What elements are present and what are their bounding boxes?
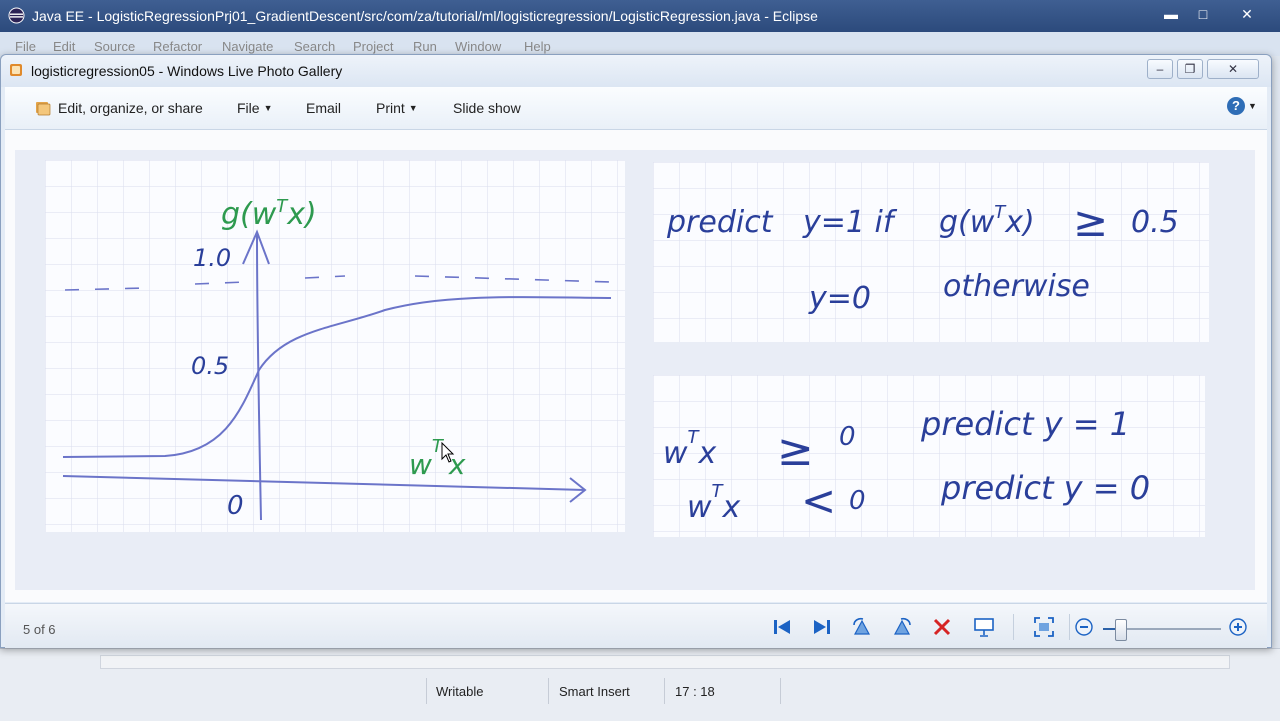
photo-gallery-title: logisticregression05 - Windows Live Phot… [31,63,343,79]
photo-gallery-toolbar: Edit, organize, or share File ▼ Email Pri… [5,87,1267,130]
status-separator [548,678,549,704]
fit-to-window-icon[interactable] [1033,616,1055,638]
slide-image: g(wTx) 1.0 0.5 0 wTx predict y=1 if g(wT… [15,150,1255,590]
chevron-down-icon: ▼ [408,103,418,113]
file-menu-button[interactable]: File ▼ [237,100,272,116]
rule1-condition-text: y=1 if [802,205,898,240]
zoom-in-icon[interactable] [1227,616,1249,638]
rule2-line2-prediction: predict y = 0 [940,469,1150,507]
rotate-right-icon[interactable] [891,616,913,638]
eclipse-titlebar: Java EE - LogisticRegressionPrj01_Gradie… [0,0,1280,32]
menu-run[interactable]: Run [413,39,437,54]
rotate-left-icon[interactable] [851,616,873,638]
tick-label-one: 1.0 [193,244,231,272]
status-writable: Writable [436,684,484,699]
status-separator [780,678,781,704]
gallery-minimize-button[interactable]: – [1147,59,1173,79]
prediction-rule-drawing: predict y=1 if g(wTx) ≥ 0.5 y=0 otherwis… [653,162,1209,342]
tick-label-half: 0.5 [191,352,229,380]
email-button[interactable]: Email [306,100,341,116]
zoom-out-icon[interactable] [1073,616,1095,638]
status-insert-mode: Smart Insert [559,684,630,699]
decision-boundary-drawing: wTx ≥ 0 predict y = 1 wTx < 0 predict y … [653,375,1205,537]
edit-organize-icon [36,102,51,116]
rule1-predict-text: predict [666,205,774,240]
eclipse-minimize-button[interactable]: ▬ [1158,4,1184,24]
photo-gallery-app-icon [10,64,22,76]
delete-icon[interactable] [931,616,953,638]
rule1-sigmoid-expression: g(wTx) [939,202,1035,240]
help-dropdown-icon[interactable]: ▼ [1248,101,1257,111]
sigmoid-graph-drawing: g(wTx) 1.0 0.5 0 wTx [45,160,625,532]
menu-refactor[interactable]: Refactor [153,39,202,54]
previous-icon[interactable] [771,616,793,638]
menu-window[interactable]: Window [455,39,501,54]
eclipse-logo-icon [8,7,25,24]
mouse-pointer-icon [441,442,455,463]
photo-viewer: g(wTx) 1.0 0.5 0 wTx predict y=1 if g(wT… [5,130,1267,602]
status-separator [426,678,427,704]
navbar-separator [1013,614,1014,640]
decision-boundary-panel: wTx ≥ 0 predict y = 1 wTx < 0 predict y … [653,375,1205,537]
gallery-close-button[interactable]: ✕ [1207,59,1259,79]
print-menu-label: Print [376,100,405,116]
eclipse-maximize-button[interactable]: □ [1190,4,1216,24]
rule2-line1-geq-symbol: ≥ [777,425,814,476]
help-icon[interactable]: ? [1227,97,1245,115]
zoom-slider-thumb[interactable] [1115,619,1127,641]
rule1-else-value: y=0 [808,281,871,316]
rule2-line1-zero: 0 [839,422,856,452]
photo-gallery-titlebar: logisticregression05 - Windows Live Phot… [1,55,1271,87]
rule2-line2-zero: 0 [849,486,866,516]
photo-counter: 5 of 6 [23,622,56,637]
menu-project[interactable]: Project [353,39,393,54]
slide-show-button[interactable]: Slide show [453,100,521,116]
origin-label: 0 [227,491,244,521]
y-axis-label: g(wTx) [221,196,317,232]
sigmoid-graph-panel: g(wTx) 1.0 0.5 0 wTx [45,160,625,532]
rule2-line1-prediction: predict y = 1 [920,405,1130,443]
rule1-threshold: 0.5 [1131,205,1179,240]
menu-search[interactable]: Search [294,39,335,54]
rule1-otherwise-text: otherwise [943,269,1090,304]
print-menu-button[interactable]: Print ▼ [376,100,418,116]
eclipse-close-button[interactable]: ✕ [1234,4,1260,24]
eclipse-window-title: Java EE - LogisticRegressionPrj01_Gradie… [32,8,818,24]
menu-edit[interactable]: Edit [53,39,75,54]
rule1-geq-symbol: ≥ [1073,197,1108,246]
rule2-line2-lt-symbol: < [801,476,836,525]
prediction-rule-panel: predict y=1 if g(wTx) ≥ 0.5 y=0 otherwis… [653,162,1209,342]
menu-navigate[interactable]: Navigate [222,39,273,54]
edit-organize-share-button[interactable]: Edit, organize, or share [58,100,203,116]
photo-gallery-navbar: 5 of 6 [5,603,1267,648]
status-separator [664,678,665,704]
menu-file[interactable]: File [15,39,36,54]
navbar-separator [1069,614,1070,640]
editor-horizontal-scrollbar[interactable] [100,655,1230,669]
status-cursor-position: 17 : 18 [675,684,715,699]
menu-source[interactable]: Source [94,39,135,54]
photo-gallery-window: logisticregression05 - Windows Live Phot… [0,54,1272,648]
menu-help[interactable]: Help [524,39,551,54]
file-menu-label: File [237,100,260,116]
chevron-down-icon: ▼ [263,103,273,113]
gallery-restore-button[interactable]: ❐ [1177,59,1203,79]
next-icon[interactable] [811,616,833,638]
slide-show-icon[interactable] [973,616,995,638]
eclipse-menubar: File Edit Source Refactor Navigate Searc… [0,32,1280,56]
